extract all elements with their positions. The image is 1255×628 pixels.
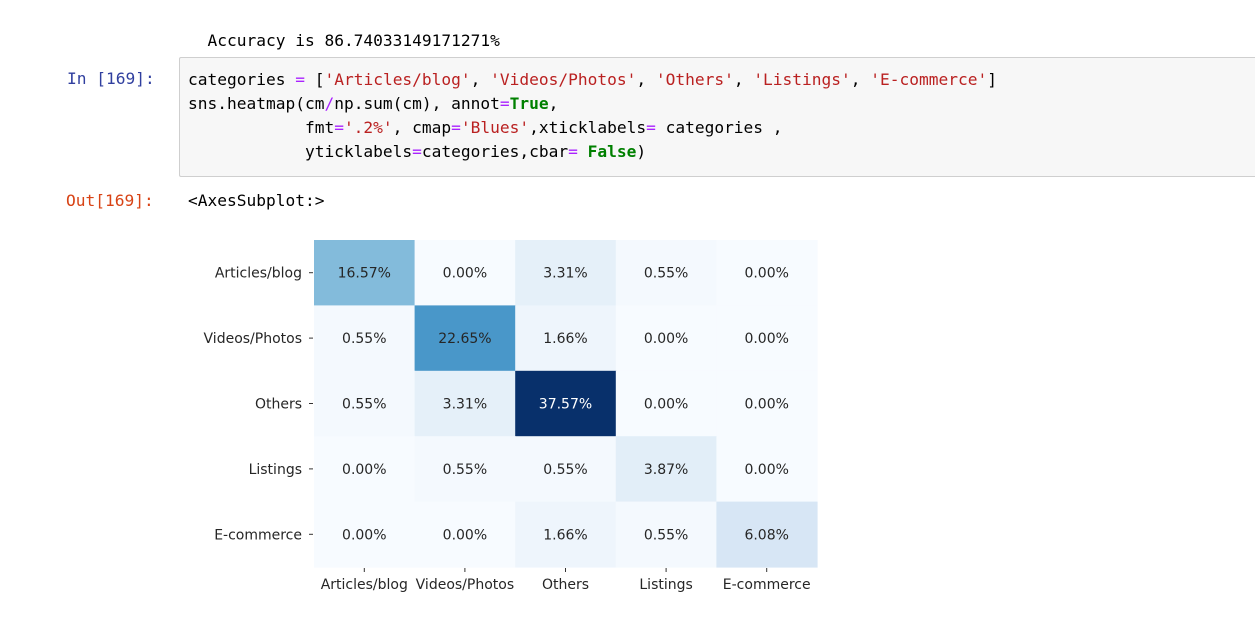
cell-annotation: 0.00%	[443, 266, 487, 282]
y-tick-label: Videos/Photos	[204, 331, 302, 347]
y-tick-label: Listings	[249, 462, 302, 478]
cell-annotation: 0.00%	[644, 331, 688, 347]
cell-annotation: 0.00%	[744, 266, 788, 282]
cell-annotation: 0.00%	[644, 397, 688, 413]
y-tick-label: Others	[255, 397, 302, 413]
cell-annotation: 16.57%	[338, 266, 391, 282]
cell-annotation: 0.00%	[744, 462, 788, 478]
confusion-matrix-heatmap: 16.57% 0.00% 3.31% 0.55% 0.00% 0.55% 22.65% 1.6…	[204, 240, 818, 593]
cell-annotation: 0.00%	[342, 527, 386, 543]
cell-annotation: 0.55%	[443, 462, 487, 478]
x-tick-label: E-commerce	[723, 577, 811, 593]
cell-annotation: 1.66%	[543, 331, 587, 347]
cell-annotation: 0.00%	[744, 331, 788, 347]
cell-annotation: 0.55%	[644, 266, 688, 282]
x-tick-label: Videos/Photos	[416, 577, 514, 593]
cell-annotation: 0.00%	[443, 527, 487, 543]
x-tick-label: Others	[542, 577, 589, 593]
cell-annotation: 0.55%	[543, 462, 587, 478]
cell-annotation: 0.55%	[644, 527, 688, 543]
cell-annotation: 37.57%	[539, 397, 592, 413]
cell-annotation: 3.87%	[644, 462, 688, 478]
cell-annotation: 22.65%	[438, 331, 491, 347]
cell-annotation: 3.31%	[443, 397, 487, 413]
cell-annotation: 0.00%	[744, 397, 788, 413]
x-tick-label: Listings	[639, 577, 692, 593]
cell-annotation: 6.08%	[744, 527, 788, 543]
cell-annotation: 0.55%	[342, 397, 386, 413]
x-tick-label: Articles/blog	[321, 577, 408, 593]
y-tick-label: Articles/blog	[215, 266, 302, 282]
cell-annotation: 1.66%	[543, 527, 587, 543]
cell-annotation: 0.55%	[342, 331, 386, 347]
cell-annotation: 0.00%	[342, 462, 386, 478]
cell-annotation: 3.31%	[543, 266, 587, 282]
y-tick-label: E-commerce	[214, 527, 302, 543]
